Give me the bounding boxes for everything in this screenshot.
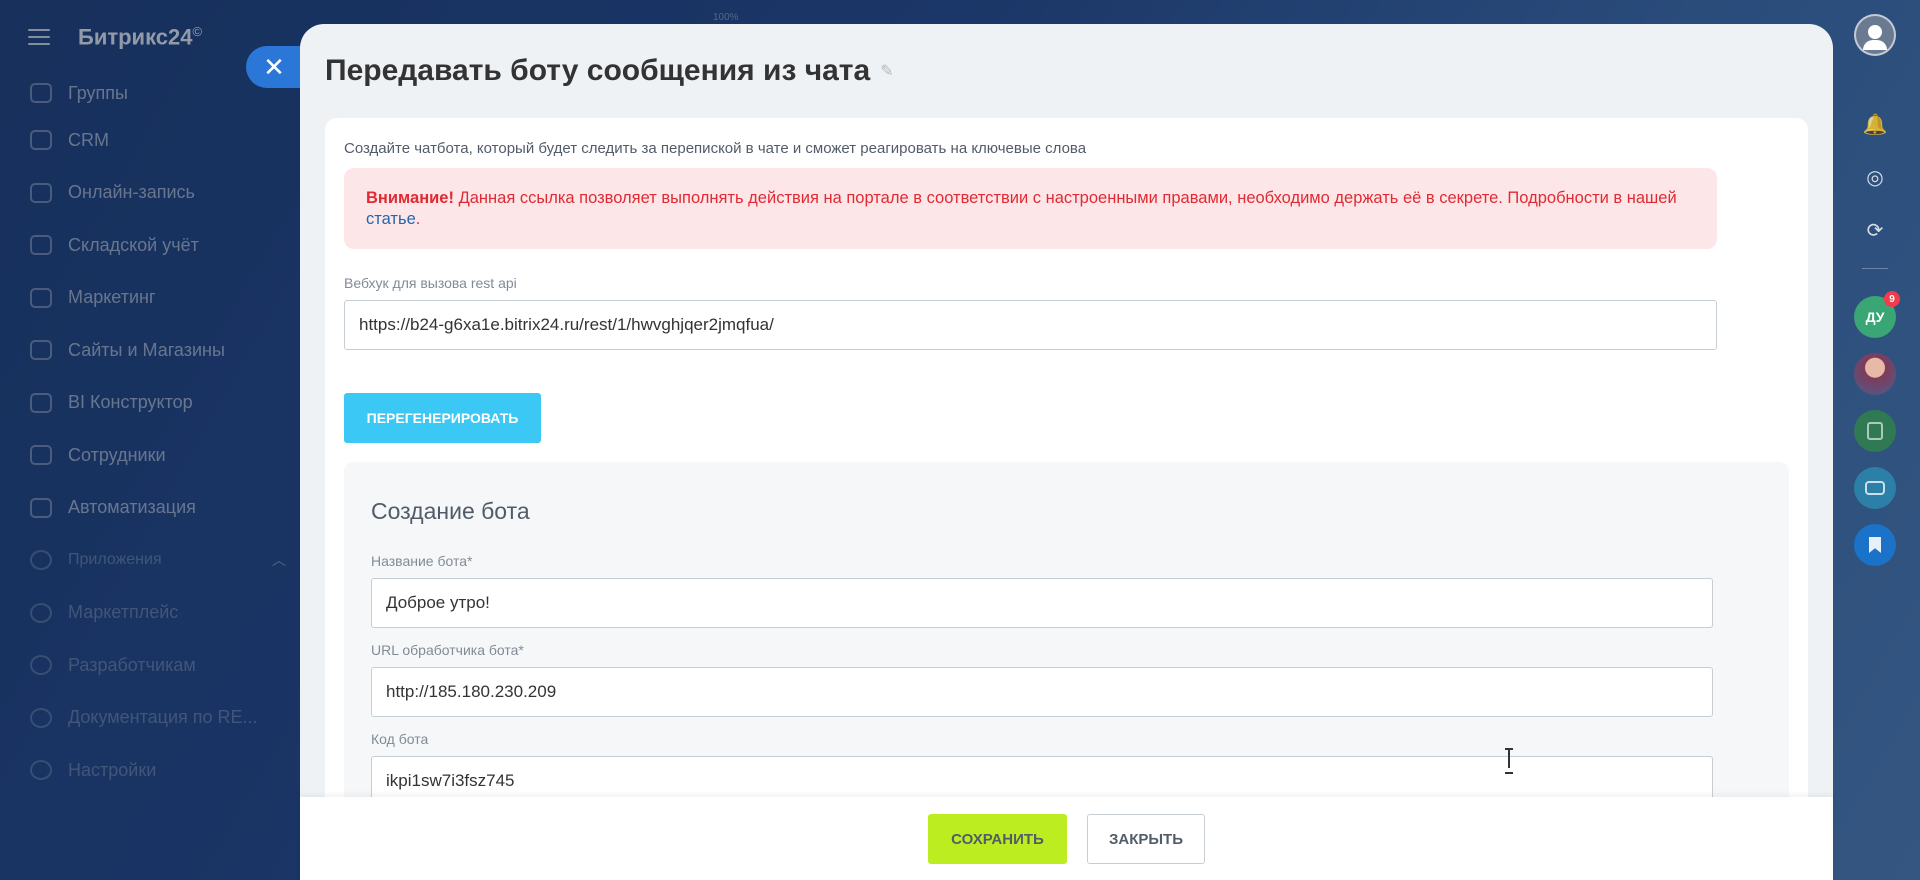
close-button[interactable]: ЗАКРЫТЬ bbox=[1087, 814, 1205, 864]
chat-user-photo[interactable] bbox=[1854, 353, 1896, 395]
alert-text: Данная ссылка позволяет выполнять действ… bbox=[453, 189, 1677, 207]
footer-bar: СОХРАНИТЬ ЗАКРЫТЬ bbox=[300, 797, 1833, 880]
bot-code-label: Код бота bbox=[371, 731, 429, 747]
page-title: Передавать боту сообщения из чата ✎ bbox=[325, 54, 894, 87]
user-avatar[interactable] bbox=[1854, 14, 1896, 56]
slider-panel: Передавать боту сообщения из чата ✎ Созд… bbox=[300, 24, 1833, 880]
bot-url-label: URL обработчика бота* bbox=[371, 642, 524, 658]
unread-badge: 9 bbox=[1884, 291, 1900, 307]
text-cursor-icon bbox=[1505, 748, 1513, 774]
close-icon[interactable]: ✕ bbox=[246, 46, 302, 88]
chat-user-du[interactable]: ДУ 9 bbox=[1854, 291, 1900, 338]
webhook-label: Вебхук для вызова rest api bbox=[344, 275, 517, 291]
pencil-icon[interactable]: ✎ bbox=[880, 61, 893, 81]
sync-icon[interactable]: ⟳ bbox=[1854, 209, 1896, 251]
document-chat-icon[interactable] bbox=[1854, 410, 1896, 452]
chat-icon[interactable] bbox=[1854, 467, 1896, 509]
content-card: Создайте чатбота, который будет следить … bbox=[325, 118, 1808, 842]
alert-strong: Внимание! bbox=[366, 189, 454, 207]
bot-creation-section: Создание бота Название бота* Доброе утро… bbox=[344, 462, 1789, 842]
save-button[interactable]: СОХРАНИТЬ bbox=[928, 814, 1067, 864]
bookmark-icon[interactable] bbox=[1854, 524, 1896, 566]
bell-icon[interactable]: 🔔 bbox=[1854, 103, 1896, 145]
warning-alert: Внимание! Данная ссылка позволяет выполн… bbox=[344, 168, 1717, 249]
regenerate-button[interactable]: ПЕРЕГЕНЕРИРОВАТЬ bbox=[344, 393, 541, 443]
rail-divider bbox=[1862, 268, 1888, 269]
target-icon[interactable]: ◎ bbox=[1854, 156, 1896, 198]
bot-name-label: Название бота* bbox=[371, 553, 473, 569]
bot-url-input[interactable]: http://185.180.230.209 bbox=[371, 667, 1713, 717]
alert-link[interactable]: статье bbox=[366, 210, 416, 228]
section-title: Создание бота bbox=[371, 498, 530, 524]
bot-name-input[interactable]: Доброе утро! bbox=[371, 578, 1713, 628]
right-rail: 🔔 ◎ ⟳ ДУ 9 bbox=[1832, 0, 1920, 880]
description: Создайте чатбота, который будет следить … bbox=[344, 140, 1087, 157]
webhook-input[interactable]: https://b24-g6xa1e.bitrix24.ru/rest/1/hw… bbox=[344, 300, 1717, 350]
